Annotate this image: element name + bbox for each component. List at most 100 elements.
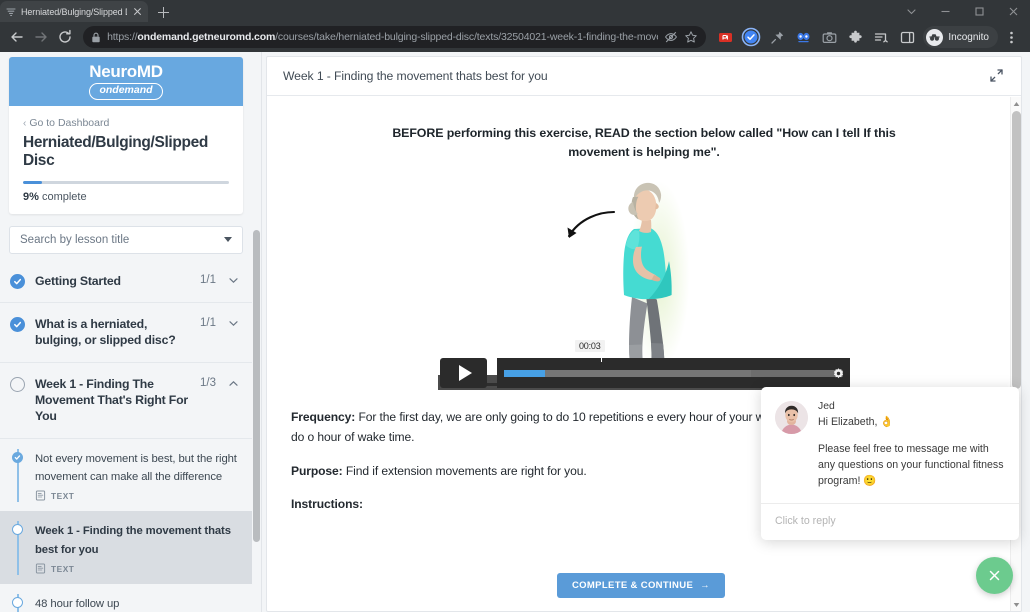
play-button[interactable] (440, 358, 487, 389)
chat-sender-name: Jed (818, 401, 835, 413)
cta-label: COMPLETE & CONTINUE (571, 580, 694, 591)
section-title: What is a herniated, bulging, or slipped… (35, 316, 176, 348)
sidebar-scrollbar-thumb[interactable] (253, 230, 260, 542)
profile-incognito-pill[interactable]: Incognito (923, 26, 998, 48)
lesson-body: Week 1 - Finding the movement thats best… (35, 521, 240, 574)
go-to-dashboard-link[interactable]: ‹ Go to Dashboard (9, 106, 243, 129)
maximize-icon[interactable] (962, 0, 996, 22)
go-to-dashboard-label: Go to Dashboard (29, 117, 110, 129)
lesson-rail (10, 448, 25, 503)
lesson-body: Not every movement is best, but the righ… (35, 449, 240, 502)
lesson-lead-text: BEFORE performing this exercise, READ th… (392, 126, 896, 160)
progress-bar (9, 171, 243, 184)
text-document-icon (35, 563, 46, 574)
agent-avatar-icon (775, 401, 808, 435)
tab-title: Herniated/Bulging/Slipped Disc (21, 6, 127, 17)
tab-strip: Herniated/Bulging/Slipped Disc (0, 0, 1030, 22)
text-document-icon (35, 490, 46, 501)
forward-arrow-icon[interactable] (30, 24, 52, 50)
section-count: 1/3 (200, 376, 216, 389)
section-complete-icon (10, 273, 25, 289)
incognito-avatar-icon (926, 28, 944, 46)
chevron-down-icon[interactable] (226, 316, 240, 329)
section-complete-icon (10, 316, 25, 332)
progress-label: 9% complete (9, 184, 243, 214)
sidebar-scrollbar[interactable] (253, 230, 260, 612)
minimize-icon[interactable] (928, 0, 962, 22)
chat-widget[interactable]: Jed Hi Elizabeth, 👌 Please feel free to … (761, 387, 1019, 540)
lesson-incomplete-icon (12, 597, 23, 609)
star-icon[interactable] (684, 30, 698, 44)
chevron-down-icon[interactable] (226, 273, 240, 286)
lock-icon (91, 32, 101, 43)
page-title: Herniated/Bulging/Slipped Disc (23, 134, 209, 170)
tab-search-icon[interactable] (894, 0, 928, 22)
tab-close-icon[interactable] (132, 6, 143, 17)
eye-slash-icon[interactable] (664, 30, 678, 44)
chat-close-button[interactable] (976, 557, 1013, 594)
caret-down-icon (224, 237, 232, 243)
complete-and-continue-button[interactable]: COMPLETE & CONTINUE → (556, 573, 726, 598)
list-item-title: 48 hour follow up (35, 598, 120, 611)
browser-tab[interactable]: Herniated/Bulging/Slipped Disc (0, 1, 148, 22)
extension-pin-icon[interactable] (765, 25, 789, 49)
search-input[interactable]: Search by lesson title (9, 225, 243, 254)
list-item-active[interactable]: Week 1 - Finding the movement thats best… (0, 511, 252, 585)
scroll-down-arrow-icon[interactable] (1011, 598, 1021, 611)
reload-icon[interactable] (54, 24, 76, 50)
browser-window: Herniated/Bulging/Slipped Disc (0, 0, 1030, 612)
lesson-header: Week 1 - Finding the movement thats best… (267, 57, 1021, 96)
side-panel-icon[interactable] (895, 25, 919, 49)
section-incomplete-icon (10, 376, 25, 392)
list-item-title: Not every movement is best, but the righ… (35, 452, 237, 483)
gear-settings-icon[interactable] (832, 367, 845, 385)
section-list: Getting Started 1/1 What is a herniated,… (0, 259, 252, 612)
lesson-rail (10, 594, 25, 612)
chat-reply-placeholder: Click to reply (775, 515, 836, 527)
seek-track[interactable] (504, 369, 843, 377)
site-favicon (5, 6, 16, 17)
section-count: 1/1 (200, 316, 216, 329)
lesson-complete-icon (12, 451, 23, 463)
chevron-up-icon[interactable] (226, 376, 240, 389)
content-scrollbar-thumb[interactable] (1012, 111, 1021, 389)
close-icon (989, 570, 1000, 581)
lesson-header-title: Week 1 - Finding the movement thats best… (283, 69, 548, 83)
new-tab-button[interactable] (152, 2, 174, 22)
sidebar-section-getting-started[interactable]: Getting Started 1/1 (0, 259, 252, 303)
lesson-type: TEXT (51, 490, 75, 501)
back-arrow-icon[interactable] (6, 24, 28, 50)
list-item-title: Week 1 - Finding the movement thats best… (35, 525, 231, 556)
sidebar-section-what-is-a-disc[interactable]: What is a herniated, bulging, or slipped… (0, 302, 252, 363)
extension-blue-check-icon[interactable] (739, 25, 763, 49)
paragraph-label: Frequency: (291, 410, 356, 425)
extension-face-icon[interactable] (791, 25, 815, 49)
profile-label: Incognito (948, 31, 989, 43)
reading-list-icon[interactable] (869, 25, 893, 49)
scroll-up-arrow-icon[interactable] (1011, 97, 1021, 110)
sidebar-section-week-1[interactable]: Week 1 - Finding The Movement That's Rig… (0, 362, 252, 439)
lesson-type: TEXT (51, 563, 75, 574)
page-body: NeuroMD ondemand ‹ Go to Dashboard Herni… (0, 52, 1030, 612)
brand-logo[interactable]: NeuroMD ondemand (9, 57, 243, 106)
list-item[interactable]: Not every movement is best, but the righ… (0, 438, 252, 512)
close-icon[interactable] (996, 0, 1030, 22)
extension-camera-icon[interactable] (817, 25, 841, 49)
chat-reply-input[interactable]: Click to reply (761, 503, 1019, 540)
exercise-demonstration-image (621, 183, 672, 376)
video-controls: 00:03 (438, 340, 850, 390)
video-player[interactable]: 00:03 (438, 174, 850, 391)
seek-progress (504, 369, 545, 377)
chat-message-body: Jed Hi Elizabeth, 👌 Please feel free to … (818, 401, 1005, 490)
expand-fullscreen-icon[interactable] (989, 68, 1005, 84)
puzzle-icon[interactable] (843, 25, 867, 49)
address-bar[interactable]: https://ondemand.getneuromd.com/courses/… (83, 26, 707, 48)
logo-primary-text: NeuroMD (89, 62, 163, 82)
arrow-right-icon: → (700, 580, 711, 591)
extension-red-icon[interactable] (713, 25, 737, 49)
search-placeholder: Search by lesson title (20, 233, 130, 246)
lesson-current-icon (12, 524, 23, 536)
three-dot-menu-icon[interactable] (1000, 25, 1024, 49)
seek-bar-container[interactable]: 00:03 (497, 340, 850, 389)
list-item[interactable]: 48 hour follow up MULTIMEDIA (0, 584, 252, 612)
